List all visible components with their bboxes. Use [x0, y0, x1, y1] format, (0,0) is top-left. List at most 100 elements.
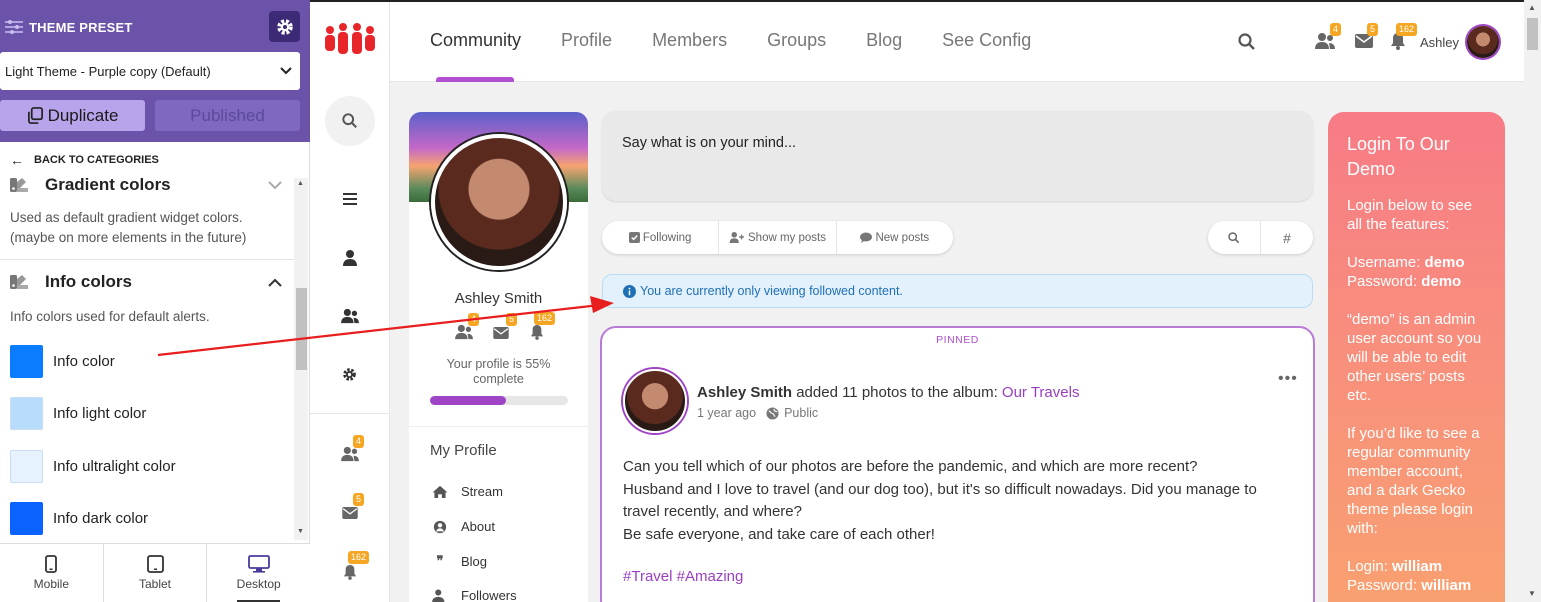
feed-filters: Following Show my posts New posts [602, 221, 953, 254]
login-card-title: Login To Our Demo [1347, 134, 1450, 179]
header-avatar[interactable] [1467, 26, 1499, 58]
search-icon[interactable] [1238, 33, 1256, 51]
palette-icon [10, 275, 28, 289]
chevron-down-icon [268, 180, 282, 189]
page-scrollbar[interactable]: ▲ ▼ [1524, 0, 1541, 602]
profile-menu-followers[interactable]: Followers [431, 588, 517, 602]
nav-groups[interactable]: Groups [767, 30, 826, 51]
hashtag-button[interactable]: # [1261, 221, 1313, 254]
post-options-icon[interactable]: ••• [1278, 370, 1298, 388]
sliders-icon [5, 20, 23, 34]
device-mobile[interactable]: Mobile [0, 544, 104, 602]
header-messages[interactable]: 5 [1355, 23, 1379, 53]
bell-icon [343, 565, 357, 580]
post-author-avatar[interactable] [623, 369, 687, 433]
color-option-info-dark[interactable]: Info dark color [10, 502, 148, 535]
profile-notifications[interactable]: 162 [530, 312, 556, 345]
color-swatch[interactable] [10, 397, 43, 430]
search-icon [1228, 231, 1240, 243]
header-friends[interactable]: 4 [1314, 23, 1342, 55]
nav-members[interactable]: Members [652, 30, 727, 51]
post-time[interactable]: 1 year ago [697, 406, 756, 420]
filter-label: New posts [875, 231, 930, 244]
profile-name[interactable]: Ashley Smith [409, 290, 588, 307]
users-icon[interactable] [340, 308, 360, 324]
preset-value: Light Theme - Purple copy (Default) [5, 63, 211, 79]
profile-completion-text: Your profile is 55% complete [446, 357, 551, 386]
device-label: Desktop [236, 577, 281, 591]
gear-icon[interactable] [342, 367, 357, 382]
post-author-name[interactable]: Ashley Smith [697, 384, 792, 401]
post-action: added 11 photos to the album: [792, 384, 1002, 401]
tablet-icon [146, 555, 164, 573]
back-to-categories[interactable]: ← BACK TO CATEGORIES [10, 150, 159, 170]
theme-preset-select[interactable]: Light Theme - Purple copy (Default) [0, 52, 300, 90]
scroll-up-arrow[interactable]: ▲ [297, 180, 304, 187]
sidebar-messages[interactable]: 5 [342, 493, 365, 524]
customizer-scrollbar-thumb[interactable] [296, 288, 307, 370]
duplicate-button[interactable]: Duplicate [0, 100, 145, 131]
profile-menu-stream[interactable]: Stream [431, 484, 503, 499]
user-plus-icon [729, 232, 744, 243]
color-option-info-light[interactable]: Info light color [10, 397, 146, 430]
notifications-badge: 162 [348, 551, 370, 564]
color-swatch[interactable] [10, 502, 43, 535]
post-text-line: Be safe everyone, and take care of each … [623, 525, 935, 543]
nav-profile[interactable]: Profile [561, 30, 612, 51]
theme-customizer-panel: THEME PRESET Light Theme - Purple copy (… [0, 0, 310, 602]
section-info-colors[interactable]: Info colors [10, 272, 282, 292]
profile-avatar[interactable] [431, 134, 567, 270]
back-label: BACK TO CATEGORIES [34, 154, 159, 166]
login-card-member-note: If you’d like to see a regular community… [1347, 425, 1480, 537]
bell-icon [530, 325, 544, 340]
scroll-up-arrow[interactable]: ▲ [1528, 3, 1536, 12]
sidebar-search-button[interactable] [325, 96, 375, 146]
user-icon[interactable] [343, 250, 357, 266]
filter-show-my-posts[interactable]: Show my posts [719, 221, 837, 254]
published-button[interactable]: Published [155, 100, 300, 131]
password-label: Password: [1347, 273, 1422, 290]
nav-see-config[interactable]: See Config [942, 30, 1031, 51]
logo-area[interactable] [310, 2, 390, 82]
desktop-icon [247, 555, 270, 573]
color-swatch[interactable] [10, 345, 43, 378]
header-user-name[interactable]: Ashley [1420, 35, 1459, 50]
color-option-info-ultralight[interactable]: Info ultralight color [10, 450, 176, 483]
palette-icon [10, 178, 28, 192]
notifications-badge: 162 [1396, 23, 1418, 36]
page-scrollbar-thumb[interactable] [1527, 18, 1538, 50]
duplicate-label: Duplicate [47, 105, 119, 125]
profile-card: Ashley Smith 4 5 162 Your profile is 55%… [409, 112, 588, 602]
nav-blog[interactable]: Blog [866, 30, 902, 51]
device-label: Mobile [33, 577, 70, 591]
device-tablet[interactable]: Tablet [104, 544, 208, 602]
sidebar-notifications[interactable]: 162 [343, 551, 370, 585]
post-hashtags[interactable]: #Travel #Amazing [623, 568, 743, 585]
device-desktop[interactable]: Desktop [207, 544, 310, 602]
filter-following[interactable]: Following [602, 221, 720, 254]
scroll-down-arrow[interactable]: ▼ [1528, 589, 1536, 598]
customizer-settings-button[interactable] [269, 11, 300, 42]
sidebar-friends[interactable]: 4 [340, 435, 365, 467]
color-swatch[interactable] [10, 450, 43, 483]
nav-active-indicator [436, 77, 514, 82]
filter-label: Show my posts [748, 231, 826, 244]
profile-menu-about[interactable]: About [431, 519, 495, 534]
section-gradient-colors[interactable]: Gradient colors [10, 178, 282, 195]
device-switcher: Mobile Tablet Desktop [0, 543, 310, 602]
scroll-down-arrow[interactable]: ▼ [297, 528, 304, 535]
nav-community[interactable]: Community [430, 30, 521, 51]
profile-menu-blog[interactable]: ❞ Blog [431, 554, 488, 569]
login-card-member-credentials: Login: william Password: william [1347, 557, 1486, 595]
filter-new-posts[interactable]: New posts [837, 221, 953, 254]
header-notifications[interactable]: 162 [1390, 23, 1418, 55]
color-option-info[interactable]: Info color [10, 345, 115, 378]
post-composer[interactable]: Say what is on your mind... [602, 111, 1313, 201]
profile-messages[interactable]: 5 [493, 313, 518, 344]
hashtag-icon: # [1283, 229, 1291, 246]
post-album-link[interactable]: Our Travels [1002, 384, 1080, 401]
profile-friends[interactable]: 4 [454, 313, 480, 345]
menu-icon[interactable] [343, 193, 357, 205]
color-label: Info ultralight color [53, 458, 176, 475]
feed-search-button[interactable] [1208, 221, 1261, 254]
